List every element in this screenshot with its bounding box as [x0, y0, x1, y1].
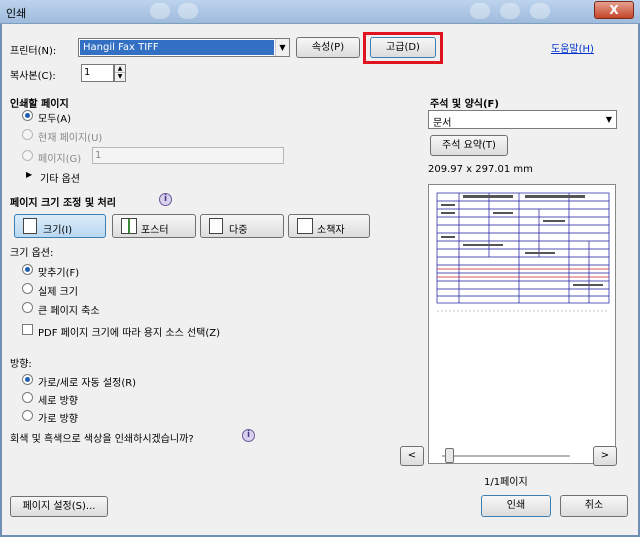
radio-all[interactable]	[22, 110, 33, 121]
booklet-icon	[297, 218, 313, 234]
radio-fit[interactable]	[22, 264, 33, 275]
auto-orientation-label: 가로/세로 자동 설정(R)	[38, 378, 137, 389]
copies-stepper[interactable]: ▲ ▼	[114, 64, 126, 82]
size-button-label: 크기(I)	[43, 225, 73, 236]
multiple-pages-icon	[209, 218, 223, 234]
page-indicator: 1/1페이지	[484, 477, 528, 488]
size-button[interactable]: 크기(I)	[14, 214, 106, 238]
info-icon[interactable]: i	[242, 429, 255, 442]
pages-input[interactable]: 1	[92, 147, 284, 164]
pages-label: 페이지(G)	[38, 154, 82, 165]
printer-select[interactable]: Hangil Fax TIFF ▼	[78, 38, 290, 57]
poster-icon	[121, 218, 137, 234]
help-link[interactable]: 도움말(H)	[551, 40, 594, 55]
fit-label: 맞추기(F)	[38, 268, 80, 279]
print-dialog: 프린터(N): Hangil Fax TIFF ▼ 속성(P) 고급(D) 도움…	[2, 24, 638, 535]
portrait-label: 세로 방향	[38, 396, 78, 407]
multiple-button[interactable]: 다중	[200, 214, 284, 238]
close-icon: X	[609, 3, 619, 17]
cancel-button[interactable]: 취소	[560, 495, 628, 517]
paper-size-label: 209.97 x 297.01 mm	[428, 164, 533, 175]
advanced-button[interactable]: 고급(D)	[370, 37, 436, 58]
actual-size-label: 실제 크기	[38, 287, 78, 298]
background-toolbar-icon	[500, 3, 520, 19]
background-toolbar-icon	[150, 3, 170, 19]
document-thumbnail	[429, 185, 615, 463]
radio-portrait[interactable]	[22, 392, 33, 403]
radio-current-page[interactable]	[22, 129, 33, 140]
pdf-source-label: PDF 페이지 크기에 따라 용지 소스 선택(Z)	[38, 328, 221, 339]
copies-label: 복사본(C):	[10, 71, 56, 82]
chevron-right-icon: >	[600, 450, 610, 461]
spin-up-icon[interactable]: ▲	[115, 65, 125, 73]
more-options-label[interactable]: 기타 옵션	[40, 170, 80, 185]
close-button[interactable]: X	[594, 1, 634, 19]
size-icon	[23, 218, 37, 234]
booklet-button[interactable]: 소책자	[288, 214, 370, 238]
triangle-right-icon[interactable]: ▶	[26, 170, 32, 179]
shrink-label: 큰 페이지 축소	[38, 306, 100, 317]
background-toolbar-icon	[470, 3, 490, 19]
properties-button[interactable]: 속성(P)	[296, 37, 360, 58]
next-page-button[interactable]: >	[593, 446, 617, 466]
print-button[interactable]: 인쇄	[481, 495, 551, 517]
chevron-down-icon: ▼	[602, 111, 616, 128]
title-bar: 인쇄 X	[0, 0, 640, 24]
page-setup-button[interactable]: 페이지 설정(S)...	[10, 496, 108, 517]
multiple-button-label: 다중	[229, 225, 248, 236]
current-page-label: 현재 페이지(U)	[38, 133, 103, 144]
page-slider-thumb[interactable]	[445, 448, 454, 463]
radio-auto-orientation[interactable]	[22, 374, 33, 385]
radio-pages[interactable]	[22, 150, 33, 161]
booklet-button-label: 소책자	[317, 225, 345, 236]
radio-shrink[interactable]	[22, 302, 33, 313]
print-preview	[428, 184, 616, 464]
page-slider-track[interactable]	[442, 455, 570, 457]
page-handling-heading: 페이지 크기 조정 및 처리	[10, 198, 116, 209]
spin-down-icon[interactable]: ▼	[115, 73, 125, 81]
previous-page-button[interactable]: <	[400, 446, 424, 466]
printer-label: 프린터(N):	[10, 46, 57, 57]
printer-selected-value: Hangil Fax TIFF	[80, 40, 274, 55]
print-range-heading: 인쇄할 페이지	[10, 99, 69, 110]
chevron-left-icon: <	[407, 450, 417, 461]
pdf-source-checkbox[interactable]	[22, 324, 33, 335]
radio-landscape[interactable]	[22, 410, 33, 421]
orientation-label: 방향:	[10, 359, 32, 370]
comments-forms-value: 문서	[433, 118, 452, 129]
copies-input[interactable]: 1	[81, 64, 114, 82]
all-label: 모두(A)	[38, 114, 72, 125]
poster-button[interactable]: 포스터	[112, 214, 196, 238]
background-toolbar-icon	[530, 3, 550, 19]
radio-actual-size[interactable]	[22, 283, 33, 294]
comments-forms-select[interactable]: 문서 ▼	[428, 110, 617, 129]
info-icon[interactable]: i	[159, 193, 172, 206]
window-title: 인쇄	[6, 7, 27, 20]
comments-forms-heading: 주석 및 양식(F)	[430, 99, 499, 110]
background-toolbar-icon	[178, 3, 198, 19]
grayscale-question: 회색 및 흑색으로 색상을 인쇄하시겠습니까?	[10, 434, 194, 445]
landscape-label: 가로 방향	[38, 414, 78, 425]
summarize-comments-button[interactable]: 주석 요약(T)	[430, 135, 508, 156]
chevron-down-icon: ▼	[275, 39, 289, 56]
size-options-label: 크기 옵션:	[10, 248, 54, 259]
poster-button-label: 포스터	[141, 225, 169, 236]
